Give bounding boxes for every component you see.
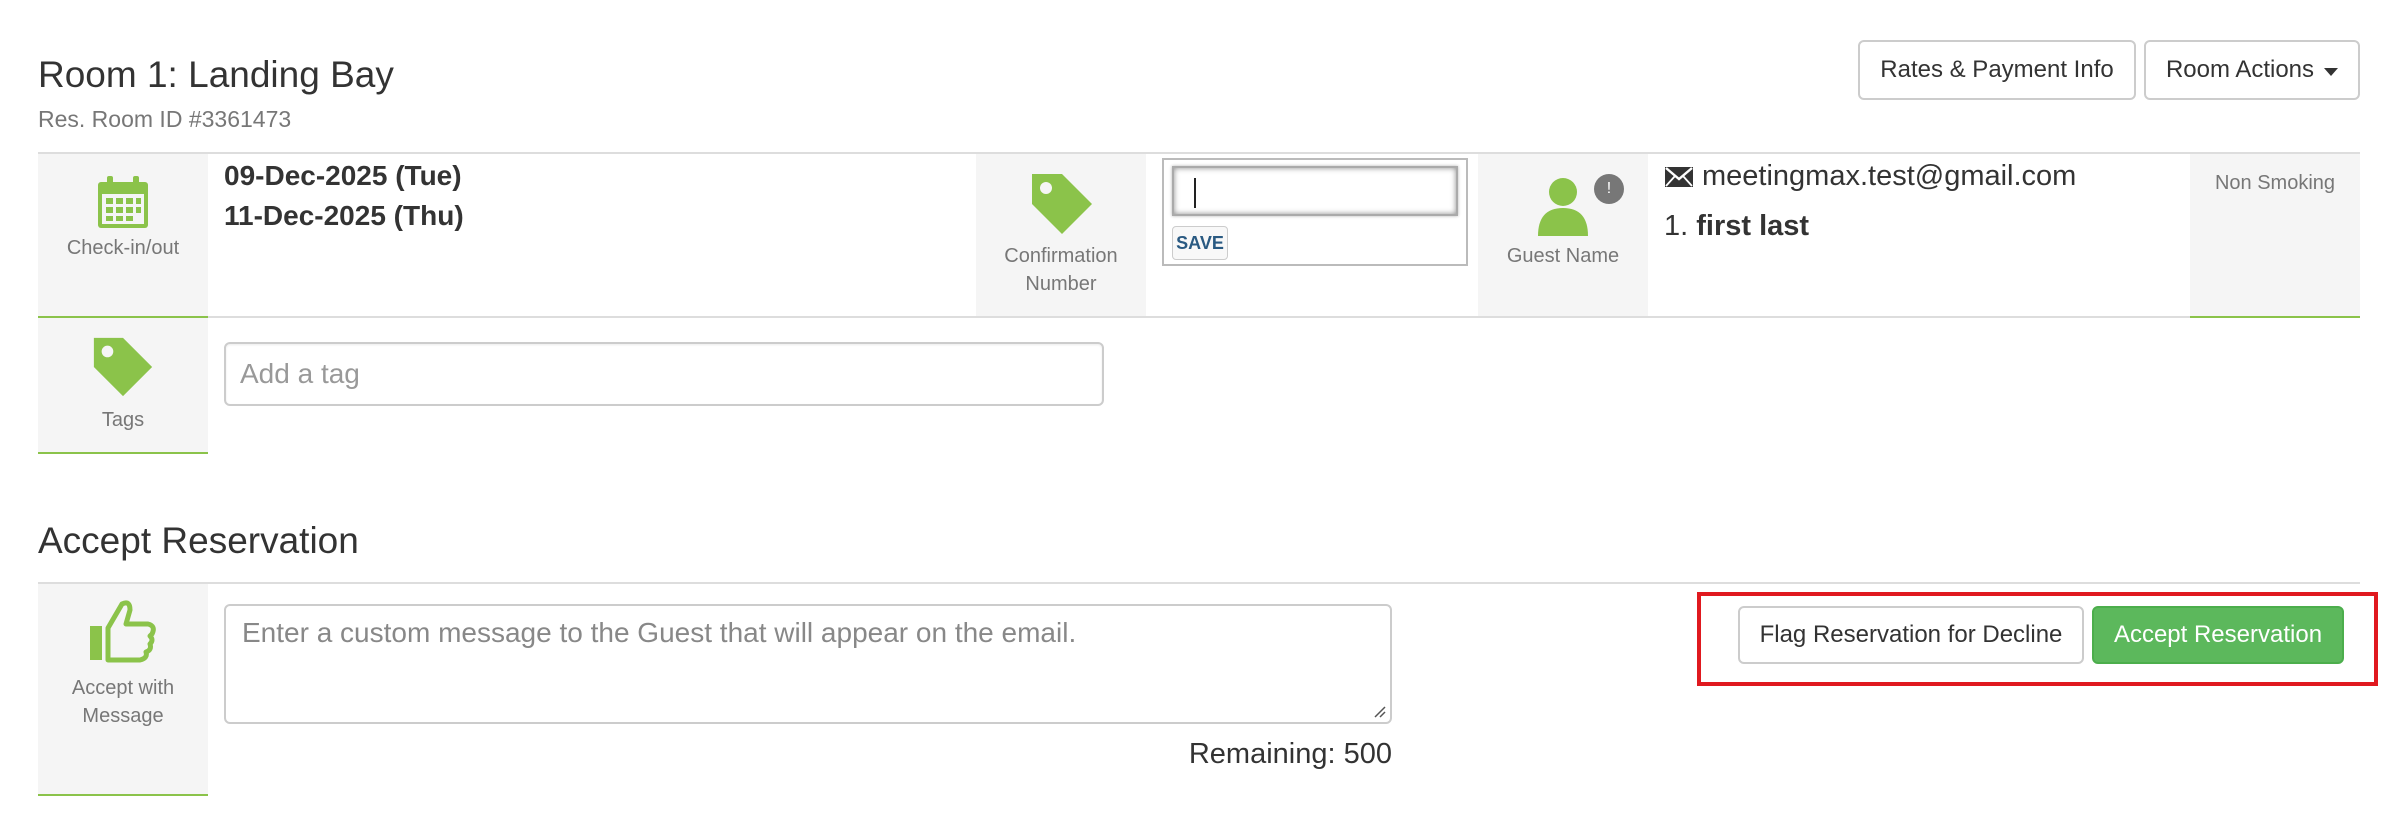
confirmation-label-line1: Confirmation (1004, 245, 1118, 267)
accept-reservation-label: Accept Reservation (2113, 621, 2323, 648)
confirmation-label: Confirmation Number (976, 242, 1146, 298)
save-button[interactable]: SAVE (1172, 226, 1228, 260)
confirmation-editor: SAVE (1162, 158, 1468, 266)
room-actions-label: Room Actions (2165, 56, 2315, 83)
accept-label-line1: Accept with (71, 677, 175, 699)
guest-name-row: 1. first last (1664, 210, 1809, 243)
checkin-cell: Check-in/out (38, 154, 208, 318)
guest-info-badge[interactable]: ! (1594, 174, 1624, 204)
tag-icon (1032, 174, 1092, 234)
calendar-icon (98, 176, 148, 228)
accept-label-line2: Message (82, 705, 164, 727)
smoking-preference: Non Smoking (2214, 172, 2336, 194)
divider (38, 582, 2360, 584)
guest-name: first last (1696, 210, 1810, 242)
confirmation-label-line2: Number (1025, 273, 1097, 295)
tag-input[interactable]: Add a tag (224, 342, 1104, 406)
page-title: Room 1: Landing Bay (38, 54, 394, 95)
resize-grip-icon[interactable] (1372, 704, 1386, 718)
flag-decline-label: Flag Reservation for Decline (1759, 621, 2063, 648)
confirmation-cell: Confirmation Number (976, 154, 1146, 318)
tags-cell: Tags (38, 318, 208, 454)
checkin-date: 09-Dec-2025 (Tue) (224, 160, 462, 191)
flag-decline-button[interactable]: Flag Reservation for Decline (1738, 606, 2084, 664)
caret-down-icon (2324, 67, 2339, 76)
user-icon (1538, 178, 1588, 236)
remaining-counter: Remaining: 500 (1188, 738, 1392, 770)
room-actions-button[interactable]: Room Actions (2144, 40, 2360, 100)
guest-label: Guest Name (1506, 245, 1620, 267)
guest-cell: Guest Name (1478, 154, 1648, 318)
text-cursor (1194, 178, 1196, 208)
tag-icon (93, 337, 153, 397)
divider (38, 152, 2360, 154)
guest-email-text: meetingmax.test@gmail.com (1702, 160, 2077, 192)
thumbs-up-icon (90, 600, 156, 663)
confirmation-input[interactable] (1172, 166, 1458, 216)
room-id: Res. Room ID #3361473 (38, 106, 292, 132)
accept-section-title: Accept Reservation (38, 520, 359, 561)
rates-payment-label: Rates & Payment Info (1880, 56, 2114, 83)
tags-label: Tags (101, 409, 145, 431)
custom-message-textarea[interactable]: Enter a custom message to the Guest that… (224, 604, 1392, 724)
accept-cell: Accept with Message (38, 584, 208, 796)
accept-label: Accept with Message (38, 674, 208, 730)
envelope-icon (1665, 166, 1693, 187)
rates-payment-button[interactable]: Rates & Payment Info (1858, 40, 2136, 100)
accept-reservation-button[interactable]: Accept Reservation (2092, 606, 2344, 664)
checkout-date: 11-Dec-2025 (Thu) (224, 200, 464, 231)
guest-index: 1. (1664, 210, 1689, 242)
custom-message-placeholder: Enter a custom message to the Guest that… (242, 617, 1077, 648)
checkin-label: Check-in/out (66, 237, 180, 259)
row-divider (208, 316, 2190, 318)
guest-email: meetingmax.test@gmail.com (1664, 160, 2076, 193)
